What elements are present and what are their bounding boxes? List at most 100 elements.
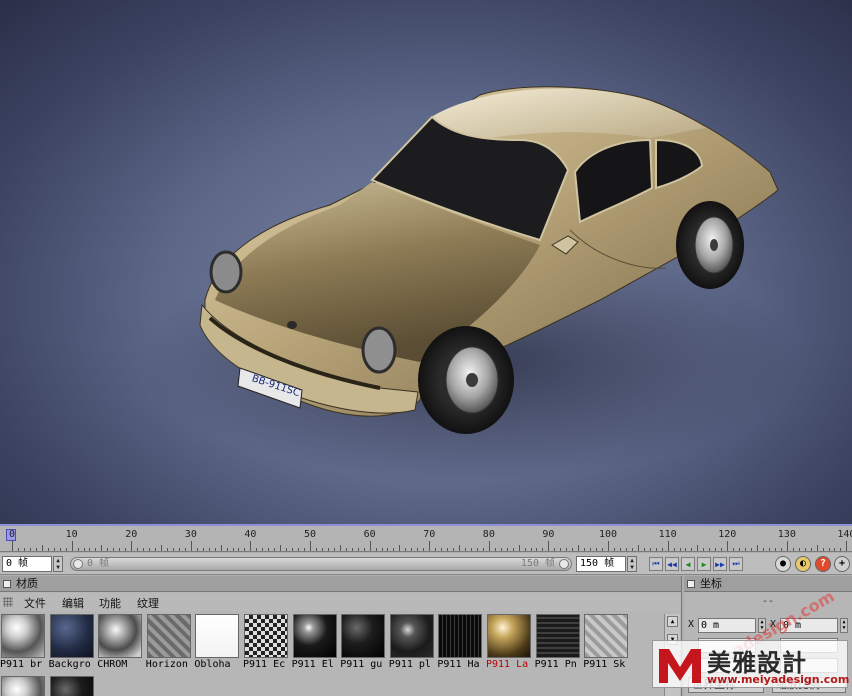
material-swatch[interactable]: Backgro xyxy=(49,614,97,671)
next-key-button[interactable]: ▶▶ xyxy=(713,557,727,571)
range-hi-label: 150 帧 xyxy=(520,558,555,569)
material-swatch[interactable]: P911 La xyxy=(486,614,534,671)
material-swatch[interactable]: CHROM xyxy=(97,614,145,671)
material-swatch[interactable]: P911 gu xyxy=(340,614,388,671)
ruler-tick xyxy=(339,545,341,551)
material-swatch[interactable]: P911 Pn xyxy=(535,614,583,671)
scroll-up-icon[interactable]: ▲ xyxy=(667,616,678,627)
ruler-tick xyxy=(566,548,568,551)
frame-range-slider[interactable]: 0 帧 150 帧 xyxy=(70,557,572,571)
color-picker-icon[interactable]: ◐ xyxy=(795,556,811,572)
material-preview[interactable] xyxy=(146,614,191,658)
go-to-end-button[interactable]: ⏭ xyxy=(729,557,743,571)
size-x-field[interactable]: 0 m xyxy=(780,618,838,633)
coordinates-panel-header[interactable]: 坐标 xyxy=(684,576,852,592)
materials-panel-header[interactable]: 材质 xyxy=(0,576,681,592)
ruler-tick xyxy=(333,548,335,551)
material-swatch[interactable] xyxy=(49,676,97,696)
end-frame-spinner[interactable]: ▲ ▼ xyxy=(627,556,637,572)
ruler-tick xyxy=(125,548,127,551)
play-forward-button[interactable]: ▶ xyxy=(697,557,711,571)
material-swatch[interactable]: Horizon xyxy=(146,614,194,671)
range-end-knob[interactable] xyxy=(559,559,569,569)
menu-file[interactable]: 文件 xyxy=(24,595,46,611)
material-swatch[interactable]: P911 El xyxy=(292,614,340,671)
ruler-tick xyxy=(381,548,383,551)
ruler-tick xyxy=(83,548,85,551)
help-icon[interactable]: ? xyxy=(815,556,831,572)
material-swatch[interactable]: Obloha xyxy=(194,614,242,671)
start-frame-field[interactable]: 0 帧 xyxy=(2,556,52,572)
ruler-tick xyxy=(810,548,812,551)
ruler-tick xyxy=(304,548,306,551)
ruler-tick xyxy=(417,548,419,551)
material-name: P911 Pn xyxy=(534,659,577,670)
material-swatch[interactable]: P911 br xyxy=(0,614,48,671)
material-preview[interactable] xyxy=(389,614,434,658)
ruler-tick xyxy=(178,548,180,551)
timeline-ruler[interactable]: 0 10 20 30 40 50 60 70 80 90 100 110 120 130 140 xyxy=(0,524,852,552)
ruler-tick xyxy=(286,548,288,551)
panel-close-icon[interactable] xyxy=(3,580,11,588)
prev-key-button[interactable]: ◀◀ xyxy=(665,557,679,571)
menu-edit[interactable]: 编辑 xyxy=(62,595,84,611)
material-preview[interactable] xyxy=(438,614,483,658)
grip-icon[interactable] xyxy=(3,597,13,607)
material-preview[interactable] xyxy=(49,676,94,696)
material-swatch[interactable]: P911 Ec xyxy=(243,614,291,671)
ruler-tick xyxy=(310,541,311,551)
material-swatch[interactable]: P911 Ha xyxy=(437,614,485,671)
menu-texture[interactable]: 纹理 xyxy=(137,595,159,611)
material-preview[interactable] xyxy=(584,614,629,658)
ruler-tick xyxy=(274,548,276,551)
position-x-field[interactable]: 0 m xyxy=(698,618,756,633)
ruler-tick xyxy=(214,548,216,551)
ruler-tick xyxy=(506,548,508,551)
ruler-tick xyxy=(733,548,735,551)
ruler-tick xyxy=(166,548,168,551)
start-frame-spinner[interactable]: ▲ ▼ xyxy=(53,556,63,572)
ruler-tick xyxy=(739,548,741,551)
material-preview[interactable] xyxy=(1,614,45,658)
panel-close-icon[interactable] xyxy=(687,580,695,588)
material-swatch[interactable] xyxy=(0,676,48,696)
material-name: P911 El xyxy=(291,659,334,670)
viewport-3d[interactable]: BB-911SC xyxy=(0,0,852,524)
material-preview[interactable] xyxy=(535,614,580,658)
ruler-tick xyxy=(619,548,621,551)
material-preview[interactable] xyxy=(341,614,386,658)
material-preview[interactable] xyxy=(98,614,143,658)
ruler-tick xyxy=(226,548,228,551)
position-x-spinner[interactable]: ▲ ▼ xyxy=(758,618,766,633)
size-x-spinner[interactable]: ▲ ▼ xyxy=(840,618,848,633)
ruler-tick xyxy=(613,548,615,551)
menu-function[interactable]: 功能 xyxy=(99,595,121,611)
ruler-tick xyxy=(280,545,282,551)
material-preview[interactable] xyxy=(244,614,288,658)
options-button[interactable]: + xyxy=(834,556,850,572)
ruler-label: 40 xyxy=(244,529,257,540)
ruler-tick xyxy=(268,548,270,551)
record-button[interactable]: ● xyxy=(775,556,791,572)
range-start-knob[interactable] xyxy=(73,559,83,569)
ruler-tick xyxy=(345,548,347,551)
ruler-tick xyxy=(625,548,627,551)
ruler-tick xyxy=(155,548,157,551)
ruler-tick xyxy=(745,548,747,551)
end-frame-field[interactable]: 150 帧 xyxy=(576,556,626,572)
material-preview[interactable] xyxy=(1,676,45,696)
material-swatch[interactable]: P911 pl xyxy=(389,614,437,671)
material-swatch[interactable]: P911 Sk xyxy=(583,614,631,671)
material-preview[interactable] xyxy=(195,614,240,658)
material-preview[interactable] xyxy=(292,614,337,658)
ruler-label: 90 xyxy=(542,529,555,540)
ruler-tick xyxy=(321,548,323,551)
material-preview[interactable] xyxy=(49,614,94,658)
ruler-tick xyxy=(584,548,586,551)
play-backward-button[interactable]: ◀ xyxy=(681,557,695,571)
ruler-tick xyxy=(715,548,717,551)
material-preview[interactable] xyxy=(487,614,531,658)
ruler-tick xyxy=(560,548,562,551)
go-to-start-button[interactable]: ⏮ xyxy=(649,557,663,571)
ruler-tick xyxy=(649,548,651,551)
